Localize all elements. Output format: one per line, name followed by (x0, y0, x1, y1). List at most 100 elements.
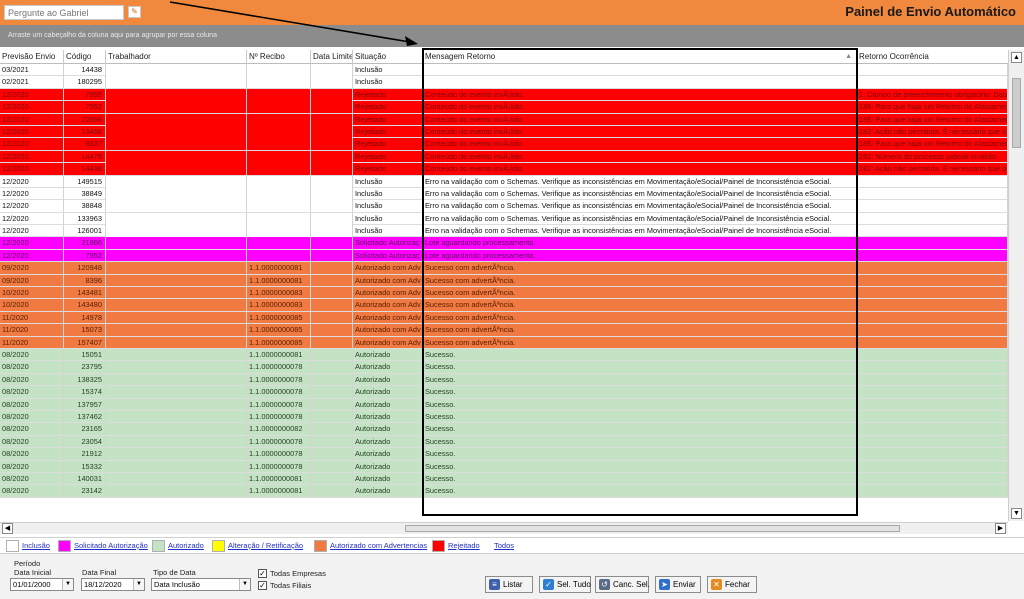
table-row[interactable]: 12/2020 38849 Inclusão Erro na validação co… (0, 187, 1008, 201)
legend-swatch (152, 540, 165, 552)
table-row[interactable]: 12/2020 7955 Rejeitado Conteúdo do evento i… (0, 88, 1008, 102)
table-row[interactable]: 08/2020 15051 1.1.0000000081 Autorizado Suce… (0, 348, 1008, 362)
table-row[interactable]: 10/2020 143480 1.1.0000000083 Autorizado co… (0, 299, 1008, 312)
table-row[interactable]: 08/2020 23142 1.1.0000000081 Autorizado Suce… (0, 485, 1008, 498)
cancel-selection-icon: ↺ (599, 579, 610, 590)
data-final-picker[interactable]: 18/12/2020 ▼ (81, 578, 145, 591)
cell-situacao: Autorizado (353, 373, 423, 386)
cell-retorno-ocorrencia (857, 212, 1008, 225)
sel-tudo-button[interactable]: ✓ Sel. Tudo (539, 576, 591, 593)
table-row[interactable]: 11/2020 157407 1.1.0000000085 Autorizado co… (0, 336, 1008, 349)
table-row[interactable]: 12/2020 149515 Inclusão Erro na validação c… (0, 175, 1008, 188)
vertical-scroll-thumb[interactable] (1012, 78, 1021, 148)
column-header-trabalhador[interactable]: Trabalhador (106, 50, 247, 64)
table-row[interactable]: 12/2020 21866 Solicitado Autorizaç Lote agu… (0, 237, 1008, 250)
legend-item-todos[interactable]: Todos (494, 541, 514, 550)
cell-mensagem-retorno: Lote aguardando processamento. (423, 249, 857, 262)
cell-situacao: Autorizado com Adv (353, 274, 423, 287)
cell-trabalhador (106, 472, 247, 485)
scroll-left-icon[interactable]: ◀ (2, 523, 13, 534)
ask-gabriel-input[interactable] (4, 5, 124, 20)
table-row[interactable]: 12/2020 8537 Rejeitado Conteúdo do evento i… (0, 138, 1008, 151)
cell-codigo: 137462 (64, 410, 106, 423)
table-row[interactable]: 03/2021 14438 Inclusão (0, 64, 1008, 77)
table-row[interactable]: 12/2020 22866 Rejeitado Conteúdo do evento … (0, 113, 1008, 126)
grid-header: Previsão Envio Código Trabalhador Nº Rec… (0, 50, 1008, 64)
table-row[interactable]: 08/2020 137957 1.1.0000000078 Autorizado Suc… (0, 398, 1008, 411)
assistant-icon[interactable]: ✎ (128, 6, 141, 18)
table-row[interactable]: 08/2020 138325 1.1.0000000078 Autorizado Suc… (0, 373, 1008, 387)
column-header-previsao-envio[interactable]: Previsão Envio (0, 50, 64, 64)
cell-mensagem-retorno: Sucesso com advertÃªncia. (423, 262, 857, 275)
group-by-area[interactable]: Arraste um cabeçalho da coluna aqui para… (0, 25, 1024, 47)
table-row[interactable]: 08/2020 140031 1.1.0000000081 Autorizado Suc… (0, 472, 1008, 486)
table-row[interactable]: 02/2021 180295 Inclusão (0, 76, 1008, 89)
column-header-codigo[interactable]: Código (64, 50, 106, 64)
cell-data-limite (311, 64, 353, 76)
cell-codigo: 7955 (64, 88, 106, 101)
scroll-down-icon[interactable]: ▼ (1011, 508, 1022, 519)
todas-empresas-checkbox[interactable]: ✓ (258, 569, 267, 578)
table-row[interactable]: 12/2020 7952 Rejeitado Conteúdo do evento i… (0, 101, 1008, 114)
table-row[interactable]: 08/2020 23054 1.1.0000000078 Autorizado Suce… (0, 435, 1008, 449)
cell-data-limite (311, 150, 353, 163)
cell-mensagem-retorno: Sucesso. (423, 348, 857, 361)
cell-mensagem-retorno (423, 64, 857, 76)
horizontal-scroll-thumb[interactable] (405, 525, 900, 532)
table-row[interactable]: 08/2020 15374 1.1.0000000078 Autorizado Suce… (0, 386, 1008, 399)
cell-data-limite (311, 485, 353, 498)
table-row[interactable]: 08/2020 23795 1.1.0000000078 Autorizado Suce… (0, 361, 1008, 374)
cell-previsao-envio: 12/2020 (0, 212, 64, 225)
data-final-value: 18/12/2020 (84, 580, 122, 589)
chevron-down-icon[interactable]: ▼ (133, 579, 144, 590)
cell-retorno-ocorrencia (857, 274, 1008, 287)
table-row[interactable]: 08/2020 137462 1.1.0000000078 Autorizado Suc… (0, 410, 1008, 424)
cell-previsao-envio: 12/2020 (0, 225, 64, 238)
table-row[interactable]: 12/2020 7952 Solicitado Autorizaç Lote agua… (0, 249, 1008, 263)
cell-codigo: 8396 (64, 274, 106, 287)
column-header-situacao[interactable]: Situação (353, 50, 423, 64)
cell-retorno-ocorrencia (857, 76, 1008, 89)
tipo-data-select[interactable]: Data Inclusão ▼ (151, 578, 251, 591)
column-header-retorno-ocorrencia[interactable]: Retorno Ocorrência (857, 50, 1008, 64)
todas-filiais-checkbox[interactable]: ✓ (258, 581, 267, 590)
table-row[interactable]: 09/2020 120948 1.1.0000000081 Autorizado co… (0, 262, 1008, 275)
listar-button[interactable]: ≡ Listar (485, 576, 533, 593)
table-row[interactable]: 12/2020 133963 Inclusão Erro na validação c… (0, 212, 1008, 226)
chevron-down-icon[interactable]: ▼ (239, 579, 250, 590)
chevron-down-icon[interactable]: ▼ (62, 579, 73, 590)
table-row[interactable]: 10/2020 143481 1.1.0000000083 Autorizado co… (0, 287, 1008, 300)
table-row[interactable]: 09/2020 8396 1.1.0000000081 Autorizado com … (0, 274, 1008, 288)
enviar-button[interactable]: ➤ Enviar (655, 576, 701, 593)
cell-codigo: 149515 (64, 175, 106, 188)
scroll-up-icon[interactable]: ▲ (1011, 52, 1022, 63)
table-row[interactable]: 12/2020 38848 Inclusão Erro na validação co… (0, 200, 1008, 213)
cell-previsao-envio: 08/2020 (0, 485, 64, 498)
cell-retorno-ocorrencia (857, 287, 1008, 300)
column-header-data-limite[interactable]: Data Limite (311, 50, 353, 64)
fechar-button[interactable]: ✕ Fechar (707, 576, 757, 593)
cell-trabalhador (106, 101, 247, 114)
column-header-mensagem-retorno[interactable]: Mensagem Retorno ▲ (423, 50, 857, 64)
table-row[interactable]: 11/2020 14978 1.1.0000000085 Autorizado com… (0, 311, 1008, 325)
table-row[interactable]: 11/2020 15073 1.1.0000000085 Autorizado com… (0, 324, 1008, 337)
table-row[interactable]: 12/2020 126001 Inclusão Erro na validação c… (0, 225, 1008, 238)
table-row[interactable]: 08/2020 15332 1.1.0000000078 Autorizado Suce… (0, 460, 1008, 473)
scroll-right-icon[interactable]: ▶ (995, 523, 1006, 534)
data-inicial-picker[interactable]: 01/01/2000 ▼ (10, 578, 74, 591)
cell-mensagem-retorno: Sucesso. (423, 485, 857, 498)
status-legend: Inclusão Solicitado Autorização Autoriza… (0, 537, 1024, 553)
table-row[interactable]: 12/2020 14438 Rejeitado Conteúdo do evento … (0, 163, 1008, 176)
cell-situacao: Inclusão (353, 76, 423, 89)
vertical-scrollbar[interactable]: ▲ ▼ (1008, 50, 1024, 521)
table-row[interactable]: 08/2020 21912 1.1.0000000078 Autorizado Suce… (0, 448, 1008, 461)
table-row[interactable]: 12/2020 13466 Rejeitado Conteúdo do evento … (0, 125, 1008, 139)
cell-data-limite (311, 187, 353, 200)
cell-numero-recibo: 1.1.0000000078 (247, 448, 311, 461)
canc-sel-button[interactable]: ↺ Canc. Sel. (595, 576, 650, 593)
table-row[interactable]: 12/2020 14478 Rejeitado Conteúdo do evento … (0, 150, 1008, 164)
table-row[interactable]: 08/2020 23165 1.1.0000000082 Autorizado Suce… (0, 423, 1008, 436)
column-header-numero-recibo[interactable]: Nº Recibo (247, 50, 311, 64)
horizontal-scrollbar[interactable]: ◀ ▶ (0, 522, 1008, 534)
cell-retorno-ocorrencia (857, 225, 1008, 238)
